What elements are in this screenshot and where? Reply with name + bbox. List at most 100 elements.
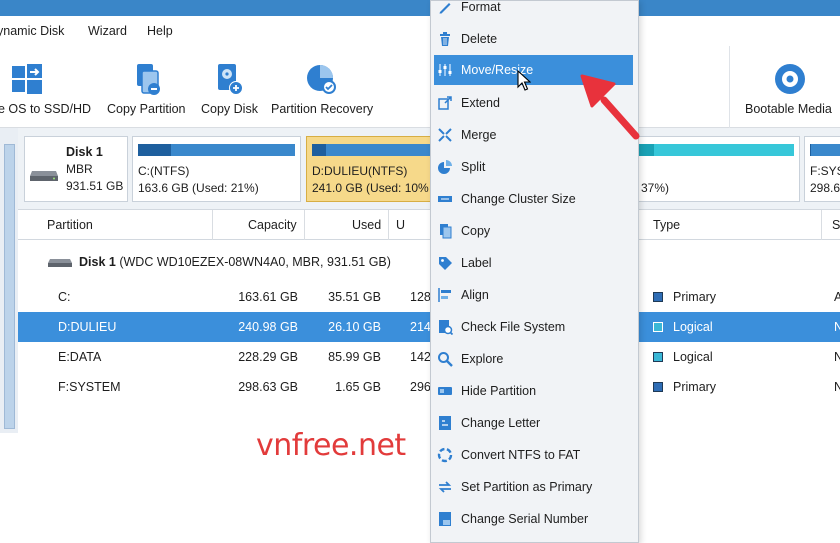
cell-partition: C:: [58, 290, 71, 304]
table-row[interactable]: F:SYSTEM 298.63 GB 1.65 GB 296 Primary N: [18, 372, 840, 402]
column-separator[interactable]: [304, 210, 305, 240]
bootable-media-button[interactable]: Bootable Media: [742, 46, 838, 128]
column-separator[interactable]: [388, 210, 389, 240]
partition-block-d-selected[interactable]: D:DULIEU(NTFS) 241.0 GB (Used: 10%: [306, 136, 434, 202]
change-letter-icon: [439, 416, 451, 430]
menu-item-explore[interactable]: Explore: [431, 344, 638, 374]
menu-item-change-cluster-size[interactable]: Change Cluster Size: [431, 184, 638, 214]
menu-item-label: Copy: [461, 224, 491, 238]
partition-recovery-label: Partition Recovery: [271, 102, 374, 116]
column-used[interactable]: Used: [352, 218, 381, 232]
type-color-square: [653, 352, 663, 362]
cell-capacity: 298.63 GB: [238, 380, 298, 394]
partition-block-name: F:SYS: [810, 164, 840, 178]
scrollbar-thumb[interactable]: [4, 144, 15, 429]
trash-icon: [440, 32, 450, 46]
column-partition[interactable]: Partition: [47, 218, 93, 232]
cell-used: 35.51 GB: [328, 290, 381, 304]
migrate-os-label: e OS to SSD/HD: [0, 102, 92, 116]
copy-disk-icon: [218, 64, 243, 95]
column-unused[interactable]: U: [396, 218, 405, 232]
menu-item-change-letter[interactable]: Change Letter: [431, 408, 638, 438]
cell-unused: 128: [410, 290, 431, 304]
menu-item-format[interactable]: Format: [431, 0, 638, 22]
menu-item-label-partition[interactable]: Label: [431, 248, 638, 278]
copy-partition-button[interactable]: Copy Partition: [104, 46, 192, 128]
usage-bar-fill: [312, 144, 326, 156]
partition-block-f[interactable]: F:SYS 298.6: [804, 136, 840, 202]
partition-block-c[interactable]: C:(NTFS) 163.6 GB (Used: 21%): [132, 136, 301, 202]
disk-row-detail: (WDC WD10EZEX-08WN4A0, MBR, 931.51 GB): [119, 255, 391, 269]
annotation-arrow-icon: [580, 74, 640, 140]
menu-item-label: Hide Partition: [461, 384, 537, 398]
serial-number-icon: [439, 512, 451, 526]
bootable-media-label: Bootable Media: [745, 102, 832, 116]
cell-capacity: 240.98 GB: [238, 320, 298, 334]
menu-item-label: Check File System: [461, 320, 566, 334]
type-color-square: [653, 292, 663, 302]
usage-bar: [312, 144, 433, 156]
migrate-os-button[interactable]: e OS to SSD/HD: [0, 46, 100, 128]
watermark-text: vnfree.net: [256, 428, 406, 463]
check-file-system-icon: [439, 320, 453, 335]
disk-size: 931.51 GB: [66, 179, 124, 193]
table-row-selected[interactable]: D:DULIEU 240.98 GB 26.10 GB 214 Logical …: [18, 312, 840, 342]
set-primary-icon: [438, 481, 452, 493]
copy-partition-label: Copy Partition: [107, 102, 186, 116]
cell-type: Primary: [673, 380, 717, 394]
menu-item-label: Change Serial Number: [461, 512, 589, 526]
cell-partition: F:SYSTEM: [58, 380, 121, 394]
partition-block-detail: 241.0 GB (Used: 10%: [312, 181, 429, 195]
table-row[interactable]: E:DATA 228.29 GB 85.99 GB 142 Logical N: [18, 342, 840, 372]
copy-disk-button[interactable]: Copy Disk: [196, 46, 262, 128]
menu-item-convert-ntfs-to-fat[interactable]: Convert NTFS to FAT: [431, 440, 638, 470]
usage-bar: [810, 144, 840, 156]
mouse-cursor-icon: [517, 70, 531, 91]
menu-item-hide-partition[interactable]: Hide Partition: [431, 376, 638, 406]
disk-card[interactable]: Disk 1 MBR 931.51 GB: [24, 136, 128, 202]
toolbar-separator: [729, 46, 730, 128]
column-status[interactable]: S: [832, 218, 840, 232]
menu-bar: ynamic Disk Wizard Help: [0, 16, 840, 46]
disk-row[interactable]: Disk 1 (WDC WD10EZEX-08WN4A0, MBR, 931.5…: [18, 247, 840, 277]
menu-item-change-serial-number[interactable]: Change Serial Number: [431, 504, 638, 534]
column-separator[interactable]: [821, 210, 822, 240]
menu-item-label: Extend: [461, 96, 500, 110]
partition-recovery-button[interactable]: Partition Recovery: [268, 46, 378, 128]
menu-dynamic-disk[interactable]: ynamic Disk: [0, 24, 64, 38]
menu-item-delete[interactable]: Delete: [431, 24, 638, 54]
pen-icon: [439, 3, 451, 14]
cluster-size-icon: [438, 196, 452, 202]
menu-item-label: Change Letter: [461, 416, 541, 430]
table-row[interactable]: C: 163.61 GB 35.51 GB 128 Primary A: [18, 282, 840, 312]
cell-partition: E:DATA: [58, 350, 102, 364]
menu-item-label: Delete: [461, 32, 498, 46]
hard-disk-icon: [30, 171, 58, 181]
menu-wizard[interactable]: Wizard: [88, 24, 127, 38]
menu-item-label: Explore: [461, 352, 504, 366]
cell-unused: 214: [410, 320, 431, 334]
cell-unused: 142: [410, 350, 431, 364]
cell-status: N: [834, 350, 840, 364]
cell-unused: 296: [410, 380, 431, 394]
hide-partition-icon: [438, 387, 452, 395]
partition-block-e[interactable]: 3) 37%): [628, 136, 800, 202]
copy-partition-icon: [137, 64, 160, 95]
left-panel-strip: [0, 128, 18, 433]
partition-block-name: C:(NTFS): [138, 164, 190, 178]
menu-item-check-file-system[interactable]: Check File System: [431, 312, 638, 342]
usage-bar: [138, 144, 295, 156]
column-type[interactable]: Type: [653, 218, 680, 232]
column-capacity[interactable]: Capacity: [248, 218, 297, 232]
partition-block-name: D:DULIEU(NTFS): [312, 164, 408, 178]
cell-capacity: 163.61 GB: [238, 290, 298, 304]
menu-item-set-partition-primary[interactable]: Set Partition as Primary: [431, 472, 638, 502]
type-color-square: [653, 382, 663, 392]
menu-item-align[interactable]: Align: [431, 280, 638, 310]
column-separator[interactable]: [212, 210, 213, 240]
menu-item-copy[interactable]: Copy: [431, 216, 638, 246]
menu-help[interactable]: Help: [147, 24, 173, 38]
hard-disk-icon: [48, 259, 72, 267]
menu-item-split[interactable]: Split: [431, 152, 638, 182]
cell-type: Logical: [673, 350, 713, 364]
